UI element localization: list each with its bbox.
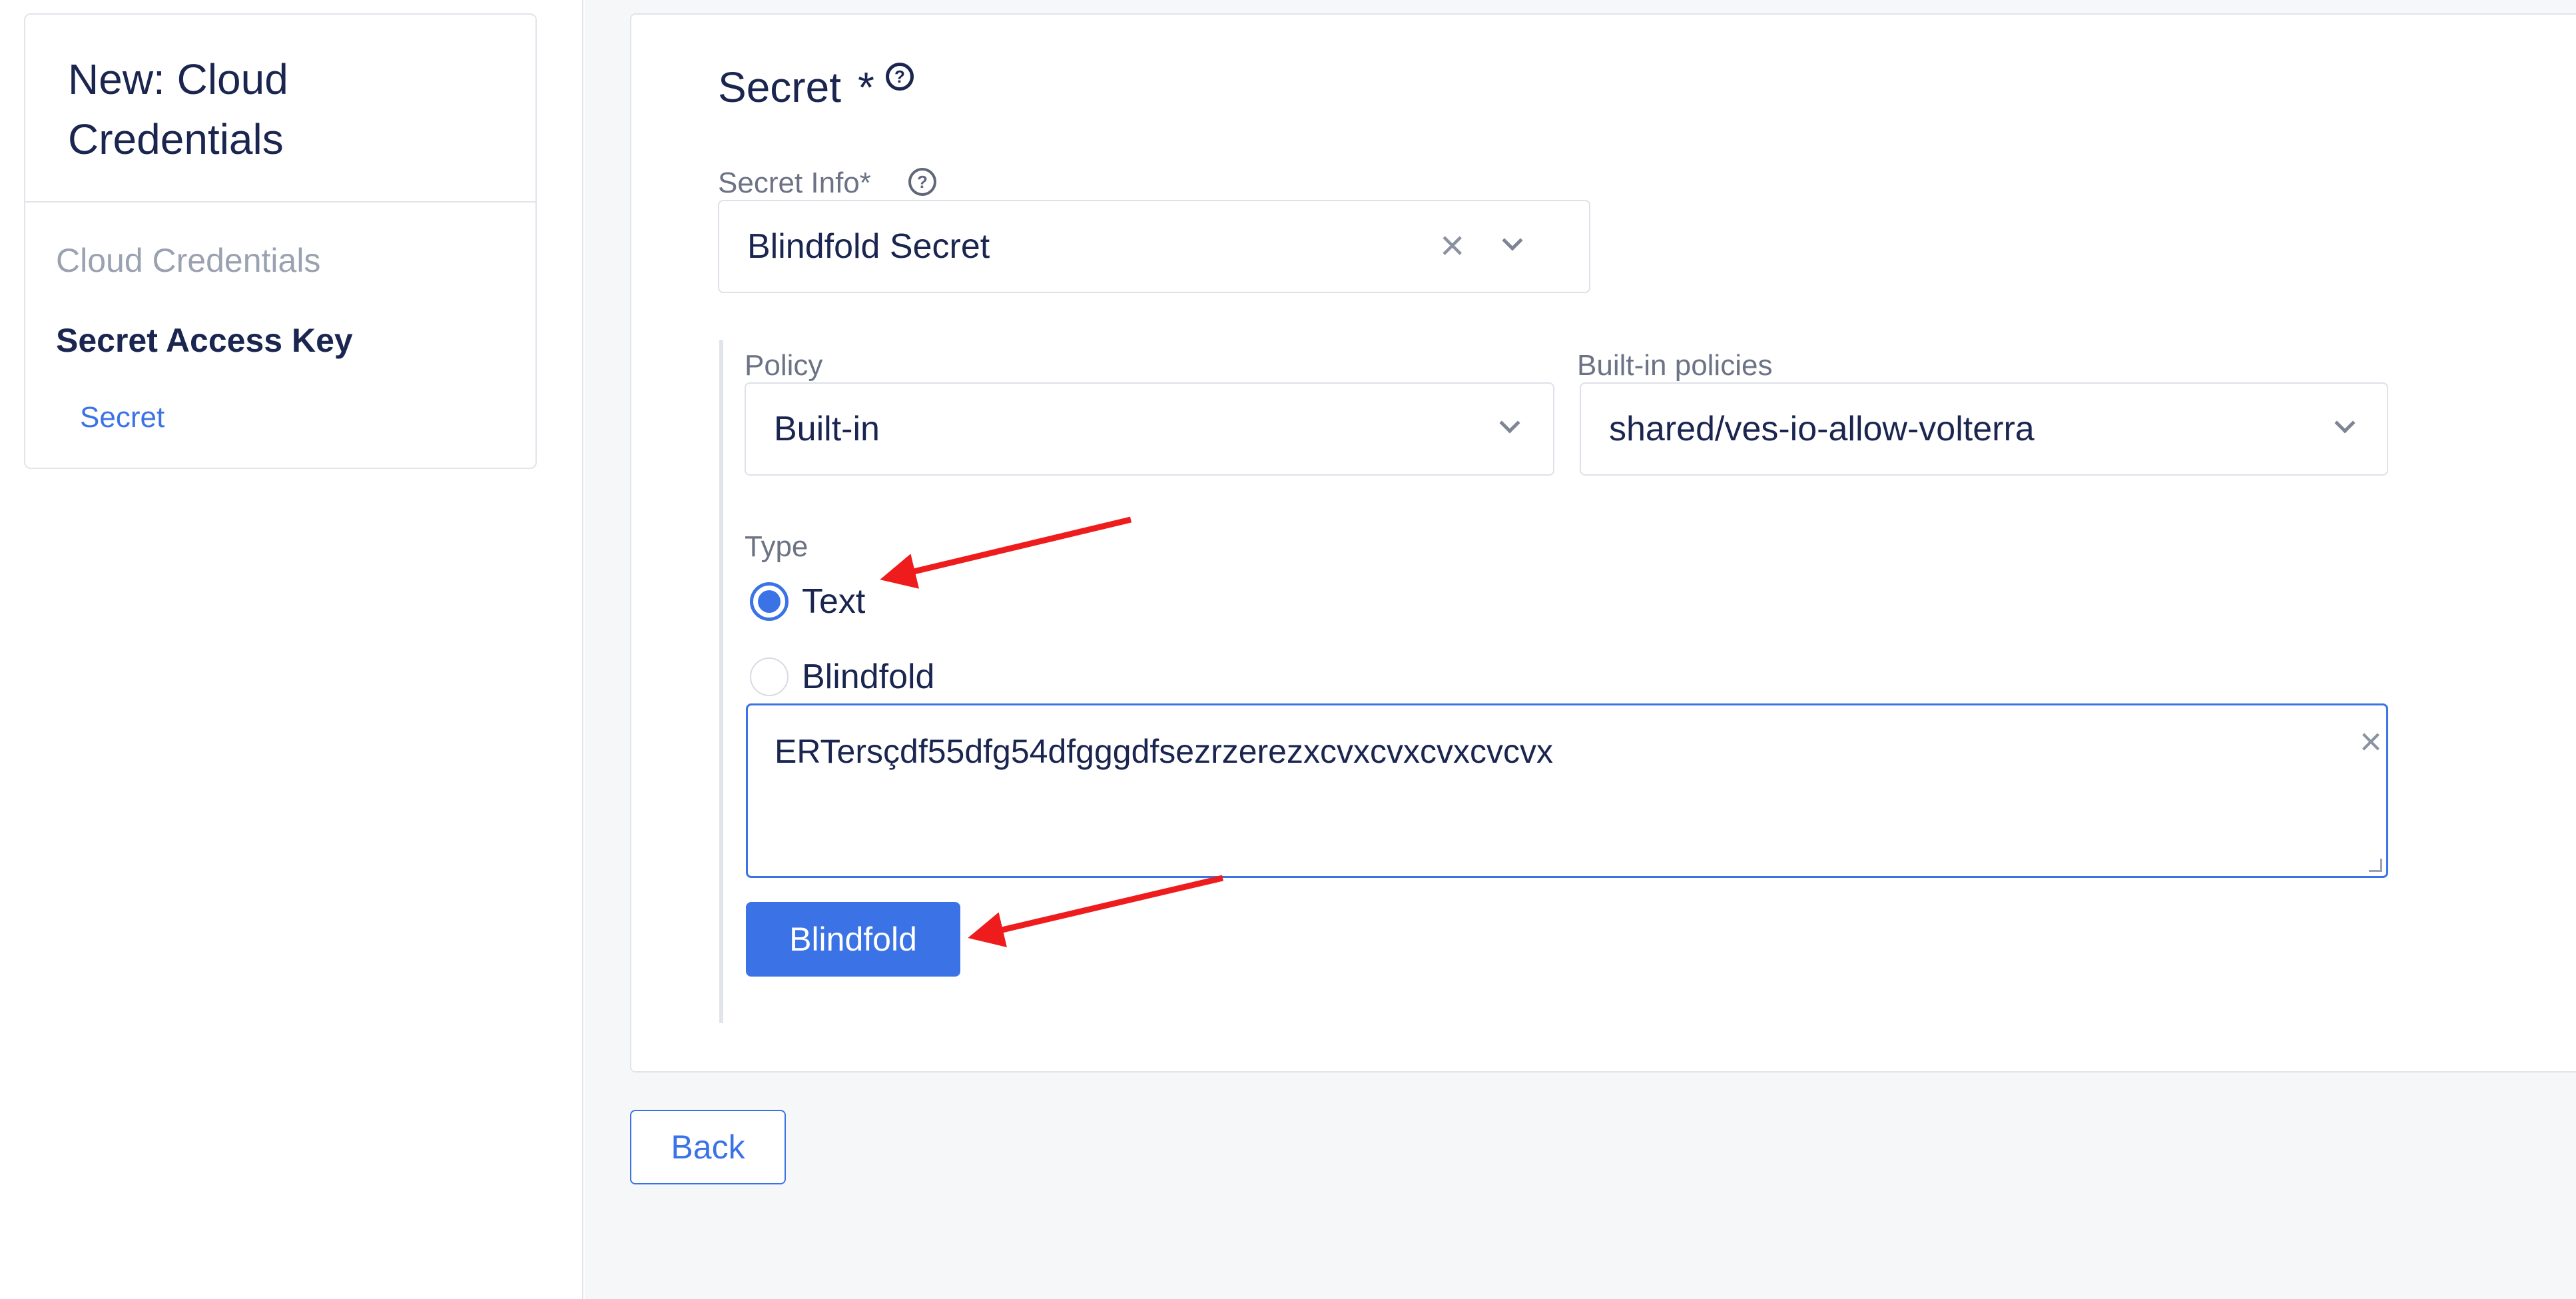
chevron-down-icon[interactable] xyxy=(2334,412,2356,434)
main-content: Secret * ? Secret Info* ? Blindfold Secr… xyxy=(585,0,2576,1299)
sidebar: New: Cloud Credentials Cloud Credentials… xyxy=(0,0,583,1299)
chevron-down-icon[interactable] xyxy=(1502,230,1523,251)
clear-icon[interactable]: × xyxy=(2360,723,2382,761)
builtin-policies-label: Built-in policies xyxy=(1577,349,1773,382)
radio-label-blindfold: Blindfold xyxy=(802,657,935,696)
radio-button[interactable] xyxy=(750,657,789,696)
question-circle-icon[interactable]: ? xyxy=(908,168,936,196)
radio-label-text: Text xyxy=(802,582,866,621)
section-title: Secret xyxy=(718,63,841,111)
required-marker: * xyxy=(858,63,874,111)
nav-divider xyxy=(25,201,535,203)
blindfold-button[interactable]: Blindfold xyxy=(746,902,960,977)
secret-info-value: Blindfold Secret xyxy=(747,227,990,266)
resize-handle-icon[interactable] xyxy=(2369,859,2382,872)
chevron-down-icon[interactable] xyxy=(1499,412,1520,434)
form-nav-card: New: Cloud Credentials Cloud Credentials… xyxy=(24,13,537,469)
question-circle-icon[interactable]: ? xyxy=(886,63,914,91)
nav-item-secret-access-key[interactable]: Secret Access Key xyxy=(56,321,353,360)
type-option-blindfold[interactable]: Blindfold xyxy=(750,657,934,697)
policy-label: Policy xyxy=(745,349,823,382)
nav-item-cloud-credentials[interactable]: Cloud Credentials xyxy=(56,241,320,280)
nested-section-bar xyxy=(719,340,723,1023)
secret-card: Secret * ? Secret Info* ? Blindfold Secr… xyxy=(630,13,2576,1073)
policy-select[interactable]: Built-in xyxy=(745,382,1554,476)
secret-info-select[interactable]: Blindfold Secret × xyxy=(718,200,1590,293)
secret-text-input[interactable]: ERTersçdf55dfg54dfgggdfsezrzerezxcvxcvxc… xyxy=(746,703,2388,878)
form-title: New: Cloud Credentials xyxy=(68,55,288,163)
type-option-text[interactable]: Text xyxy=(750,582,865,622)
nav-item-secret[interactable]: Secret xyxy=(80,401,164,434)
secret-info-label: Secret Info* xyxy=(718,167,871,199)
type-label: Type xyxy=(745,530,808,563)
secret-text-value: ERTersçdf55dfg54dfgggdfsezrzerezxcvxcvxc… xyxy=(775,733,1553,770)
back-button[interactable]: Back xyxy=(630,1110,786,1184)
radio-button-checked[interactable] xyxy=(750,582,789,621)
builtin-policies-value: shared/ves-io-allow-volterra xyxy=(1609,410,2035,448)
clear-icon[interactable]: × xyxy=(1440,224,1464,266)
builtin-policies-select[interactable]: shared/ves-io-allow-volterra xyxy=(1580,382,2388,476)
policy-value: Built-in xyxy=(774,410,880,448)
